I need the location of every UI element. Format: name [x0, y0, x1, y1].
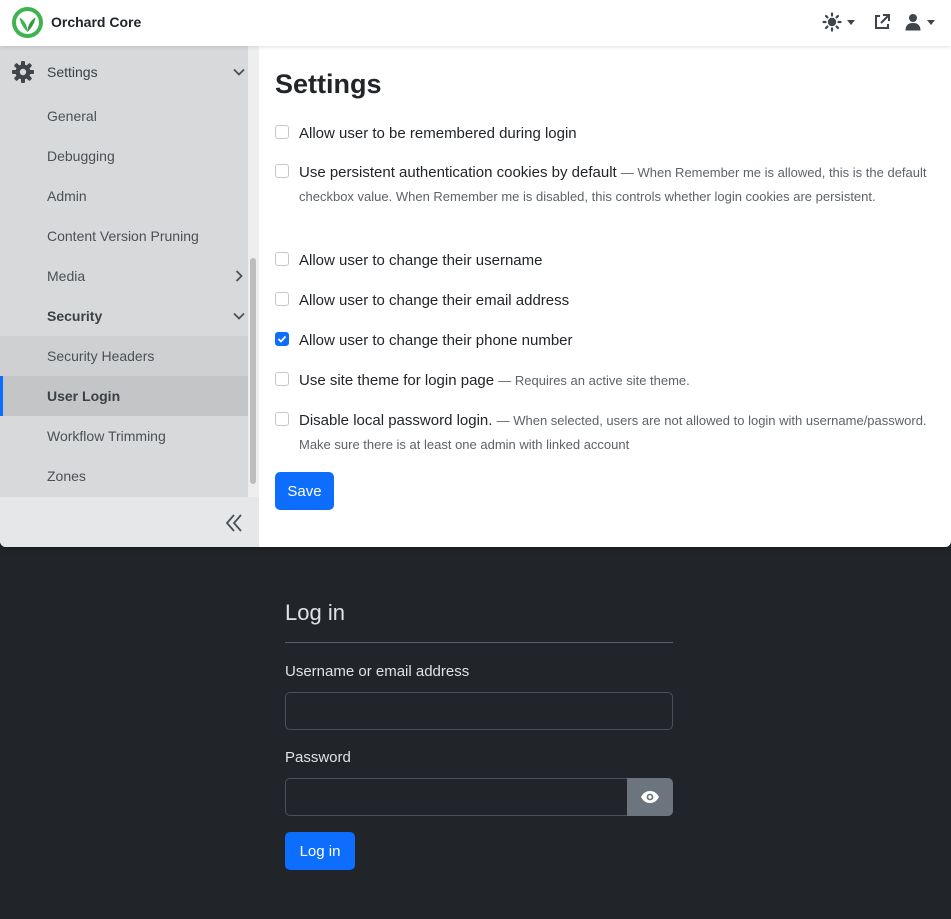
toggle-password-visibility-button[interactable] — [627, 778, 673, 816]
sidebar-item-admin[interactable]: Admin — [0, 176, 248, 216]
sidebar-item-label: Security — [47, 308, 103, 324]
option-label: Use persistent authentication cookies by… — [299, 164, 617, 181]
sidebar-item-label: User Login — [47, 388, 121, 404]
sidebar-item-label: Content Version Pruning — [47, 228, 199, 244]
chevron-down-icon — [233, 68, 245, 76]
option-label: Allow user to change their email address — [299, 292, 570, 309]
sidebar-item-label: Zones — [47, 468, 86, 484]
external-link-icon — [875, 14, 890, 29]
option-label: Allow user to change their username — [299, 252, 543, 269]
sidebar-item-content-version-pruning[interactable]: Content Version Pruning — [0, 216, 248, 256]
sidebar-item-general[interactable]: General — [0, 96, 248, 136]
option-hint: — Requires an active site theme. — [498, 373, 690, 388]
collapse-sidebar-icon[interactable] — [224, 512, 246, 534]
admin-sidebar: Settings General Debugging Admin Content… — [0, 46, 259, 547]
option-label: Use site theme for login page — [299, 372, 495, 389]
brand-name[interactable]: Orchard Core — [51, 14, 141, 30]
chevron-down-icon — [847, 19, 855, 25]
chevron-down-icon — [233, 312, 245, 320]
login-title: Log in — [285, 600, 345, 625]
user-menu-button[interactable] — [904, 11, 935, 33]
sidebar-item-label: Admin — [47, 188, 87, 204]
sidebar-item-security[interactable]: Security — [0, 296, 248, 336]
option-label: Allow user to be remembered during login — [299, 125, 577, 142]
sidebar-item-label: Media — [47, 268, 86, 284]
sidebar-item-user-login[interactable]: User Login — [0, 376, 248, 416]
sidebar-menu: Settings General Debugging Admin Content… — [0, 46, 248, 497]
checkmark-icon — [277, 335, 287, 343]
chevron-down-icon — [927, 19, 935, 25]
sidebar-item-label: Security Headers — [47, 348, 155, 364]
chevron-right-icon — [235, 270, 243, 282]
save-button[interactable]: Save — [275, 472, 334, 510]
orchard-core-logo-icon[interactable] — [11, 6, 44, 39]
top-navbar: Orchard Core — [0, 0, 951, 46]
username-label: Username or email address — [285, 663, 470, 680]
option-label: Allow user to change their phone number — [299, 332, 573, 349]
change-email-checkbox[interactable] — [275, 292, 289, 306]
settings-content: Settings Allow user to be remembered dur… — [259, 46, 951, 547]
sidebar-item-zones[interactable]: Zones — [0, 456, 248, 496]
sidebar-item-settings[interactable]: Settings — [0, 52, 248, 92]
sidebar-item-workflow-trimming[interactable]: Workflow Trimming — [0, 416, 248, 456]
visit-site-button[interactable] — [873, 11, 891, 33]
option-label: Disable local password login. — [299, 412, 493, 429]
admin-window: Orchard Core Settings General Debugging … — [0, 0, 951, 547]
theme-toggle-icon — [822, 12, 842, 32]
sidebar-item-label: Debugging — [47, 148, 115, 164]
gear-icon — [12, 61, 34, 83]
sidebar-item-security-headers[interactable]: Security Headers — [0, 336, 248, 376]
user-icon — [905, 14, 921, 31]
change-username-checkbox[interactable] — [275, 252, 289, 266]
page-title: Settings — [275, 69, 382, 99]
remember-user-checkbox[interactable] — [275, 125, 289, 139]
disable-local-login-checkbox[interactable] — [275, 412, 289, 426]
username-input[interactable] — [285, 692, 673, 730]
sidebar-item-media[interactable]: Media — [0, 256, 248, 296]
password-input[interactable] — [285, 778, 628, 816]
sidebar-item-label: Workflow Trimming — [47, 428, 166, 444]
change-phone-checkbox[interactable] — [275, 332, 289, 346]
sidebar-scrollbar-thumb[interactable] — [250, 258, 256, 484]
sidebar-item-label: Settings — [47, 64, 98, 80]
theme-toggle-button[interactable] — [822, 11, 855, 33]
eye-icon — [641, 791, 659, 803]
login-button[interactable]: Log in — [285, 832, 355, 870]
password-label: Password — [285, 749, 351, 766]
sidebar-item-label: General — [47, 108, 97, 124]
sidebar-item-debugging[interactable]: Debugging — [0, 136, 248, 176]
site-theme-checkbox[interactable] — [275, 372, 289, 386]
persistent-cookies-checkbox[interactable] — [275, 164, 289, 178]
divider — [285, 642, 673, 643]
